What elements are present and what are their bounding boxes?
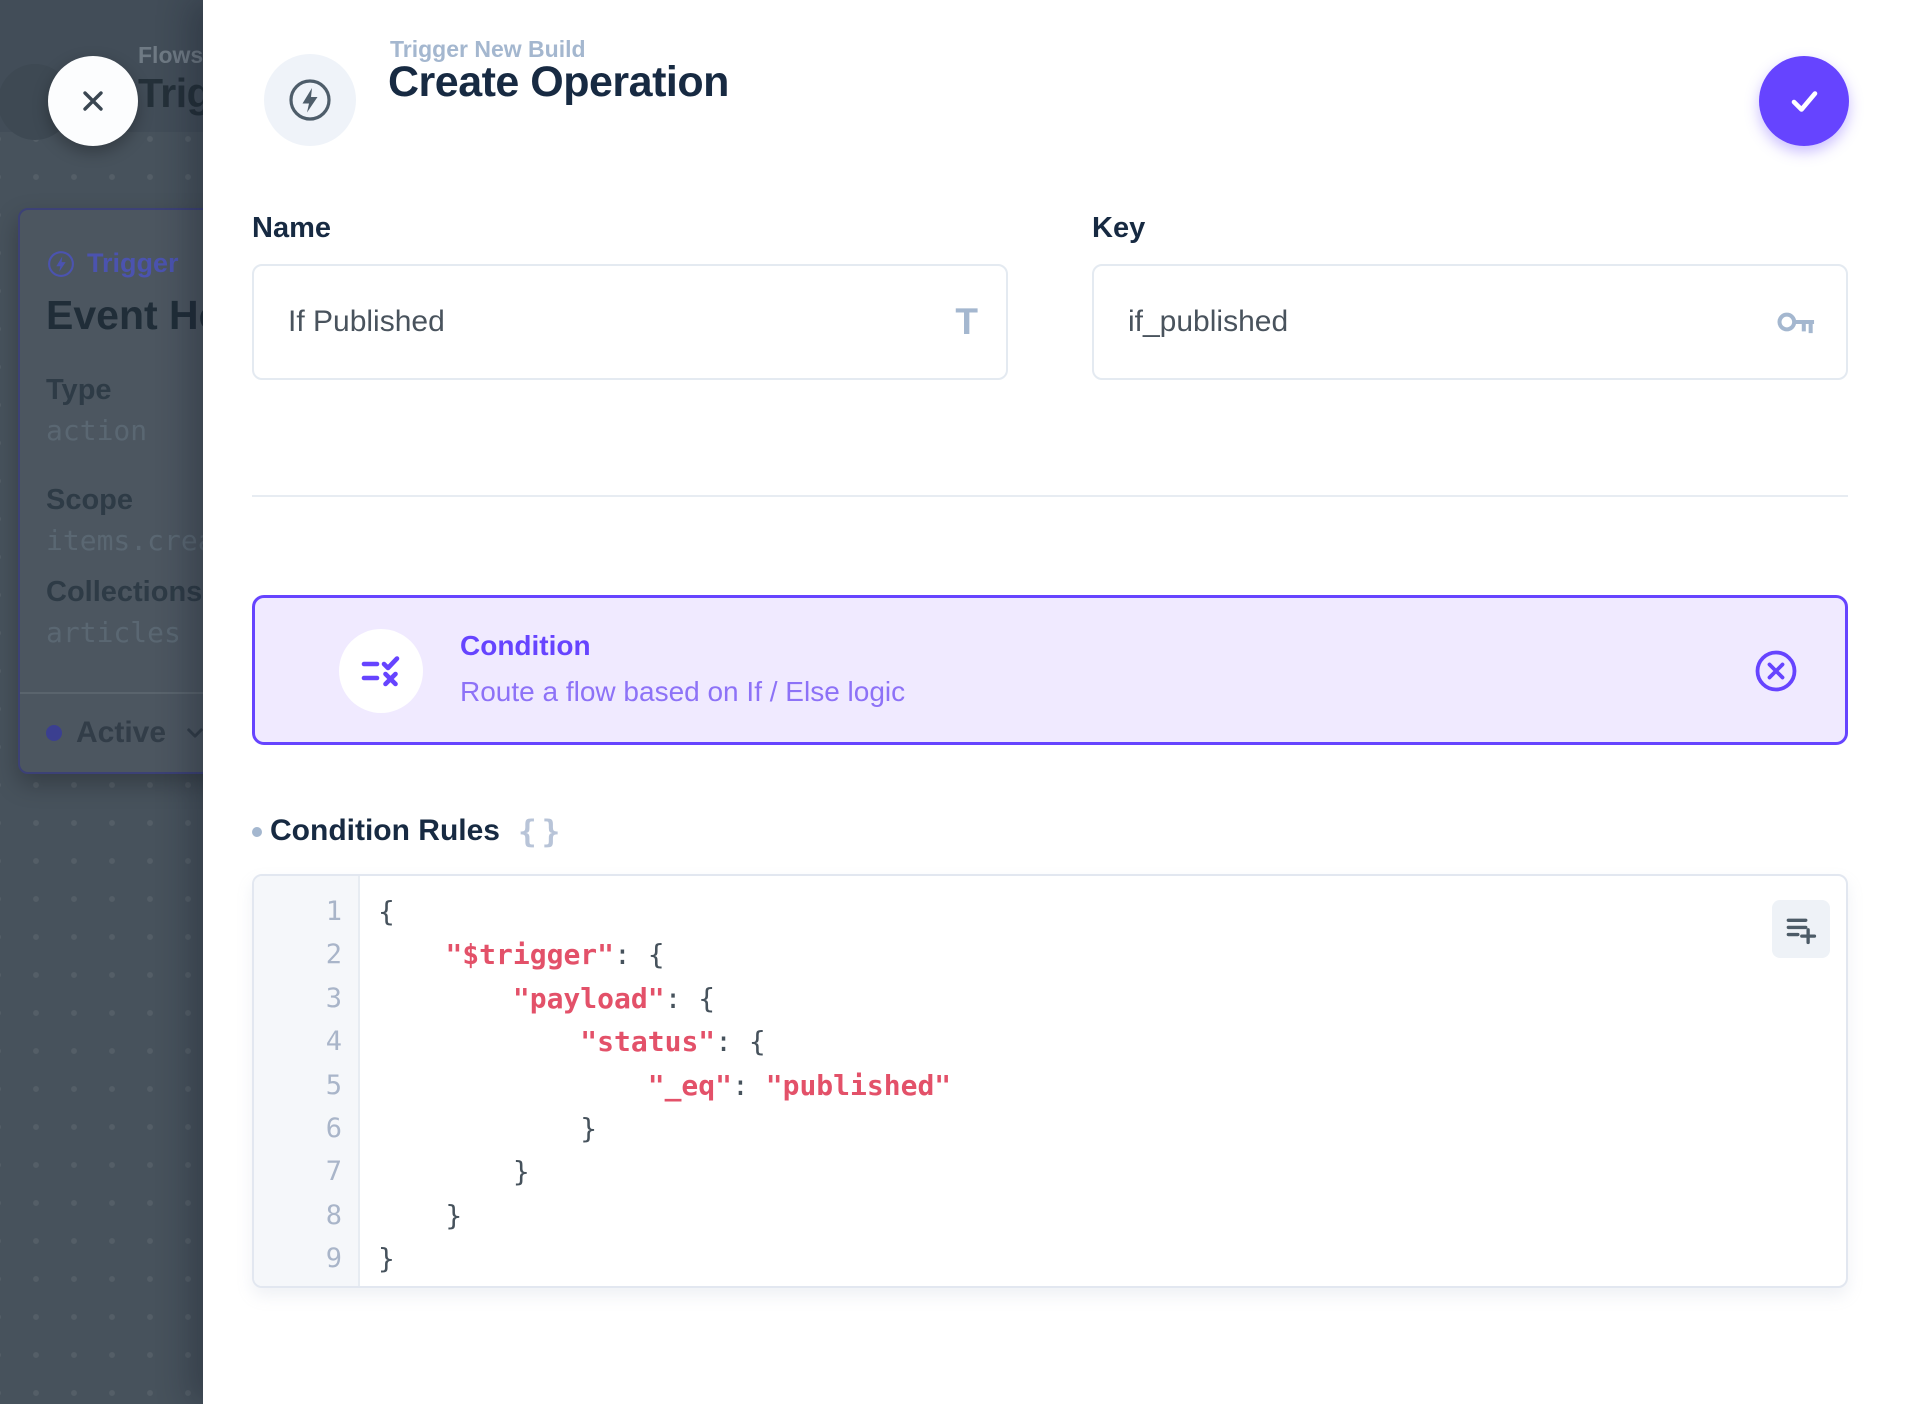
field-label-type: Type xyxy=(46,374,112,407)
status-dot xyxy=(46,725,62,741)
code-line[interactable]: "payload": { xyxy=(378,977,1766,1020)
code-line[interactable]: { xyxy=(378,890,1766,933)
edited-dot xyxy=(252,827,262,837)
line-number: 4 xyxy=(254,1020,358,1063)
save-button[interactable] xyxy=(1759,56,1849,146)
status-label: Active xyxy=(76,716,166,750)
title-formatter-icon: T xyxy=(955,301,978,343)
name-label: Name xyxy=(252,212,331,245)
rule-icon xyxy=(357,647,405,695)
field-value-type: action xyxy=(46,414,147,447)
key-input[interactable] xyxy=(1126,304,1774,340)
name-input[interactable] xyxy=(286,304,955,340)
code-line[interactable]: } xyxy=(378,1150,1766,1193)
trigger-badge-label: Trigger xyxy=(87,248,179,279)
code-line[interactable]: } xyxy=(378,1237,1766,1278)
code-line[interactable]: } xyxy=(378,1194,1766,1237)
field-template-button[interactable] xyxy=(1772,900,1830,958)
code-lines[interactable]: { "$trigger": { "payload": { "status": {… xyxy=(378,890,1766,1278)
line-number: 7 xyxy=(254,1150,358,1193)
condition-title: Condition xyxy=(460,630,591,662)
section-divider xyxy=(252,495,1848,497)
line-numbers: 123456789 xyxy=(254,876,360,1286)
line-number: 1 xyxy=(254,890,358,933)
trigger-badge: Trigger xyxy=(46,248,179,279)
code-line[interactable]: "_eq": "published" xyxy=(378,1064,1766,1107)
breadcrumb: Flows xyxy=(138,42,203,69)
condition-rules-editor[interactable]: 123456789 { "$trigger": { "payload": { "… xyxy=(252,874,1848,1288)
line-number: 5 xyxy=(254,1064,358,1107)
braces-icon: {} xyxy=(518,814,565,850)
operation-header-icon xyxy=(264,54,356,146)
field-label-collections: Collections xyxy=(46,576,202,609)
condition-rules-label: Condition Rules xyxy=(270,814,500,848)
remove-operation-button[interactable] xyxy=(1753,648,1799,694)
code-line[interactable]: } xyxy=(378,1107,1766,1150)
field-value-collections: articles xyxy=(46,616,181,649)
code-line[interactable]: "status": { xyxy=(378,1020,1766,1063)
drawer-create-operation: Trigger New Build Create Operation Name … xyxy=(203,0,1906,1404)
name-field: T xyxy=(252,264,1008,380)
line-number: 2 xyxy=(254,933,358,976)
condition-operation-card[interactable]: Condition Route a flow based on If / Els… xyxy=(252,595,1848,745)
line-number: 3 xyxy=(254,977,358,1020)
condition-icon-circle xyxy=(339,629,423,713)
bolt-circle-icon xyxy=(46,249,76,279)
close-icon xyxy=(73,81,113,121)
close-drawer-button[interactable] xyxy=(48,56,138,146)
flow-status-toggle: Active xyxy=(46,716,210,750)
condition-description: Route a flow based on If / Else logic xyxy=(460,676,905,708)
line-number: 8 xyxy=(254,1194,358,1237)
key-icon xyxy=(1774,300,1818,344)
cancel-circle-icon xyxy=(1752,647,1800,695)
key-field xyxy=(1092,264,1848,380)
field-label-scope: Scope xyxy=(46,484,133,517)
bolt-circle-icon xyxy=(286,76,334,124)
playlist-add-icon xyxy=(1782,910,1820,948)
check-icon xyxy=(1782,79,1826,123)
screen: Flows Trigger New Build Trigger Event Ho… xyxy=(0,0,1906,1404)
line-number: 6 xyxy=(254,1107,358,1150)
line-number: 9 xyxy=(254,1237,358,1280)
drawer-title: Create Operation xyxy=(388,58,729,107)
condition-rules-header: Condition Rules {} xyxy=(252,812,565,850)
code-line[interactable]: "$trigger": { xyxy=(378,933,1766,976)
key-label: Key xyxy=(1092,212,1145,245)
